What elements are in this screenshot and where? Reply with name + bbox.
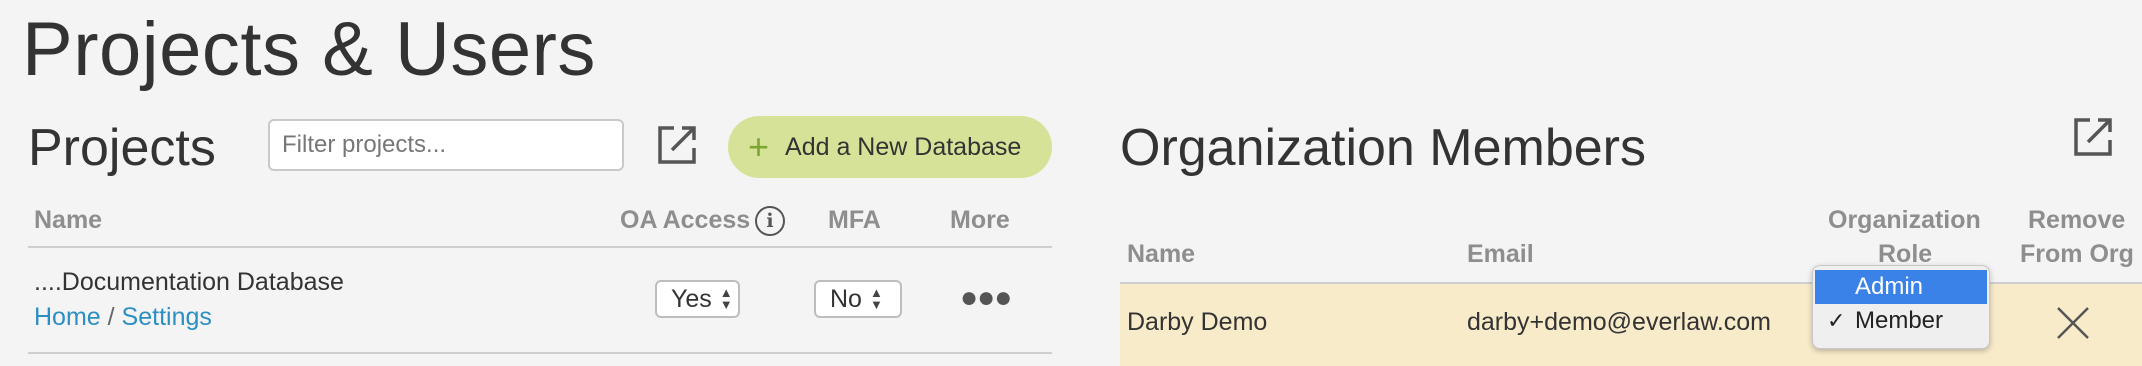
member-name: Darby Demo <box>1127 308 1268 336</box>
role-option-admin[interactable]: Admin <box>1815 270 1987 304</box>
role-option-member-label: Member <box>1855 307 1944 334</box>
projects-col-mfa: MFA <box>828 206 881 234</box>
projects-header-divider <box>28 246 1052 248</box>
projects-col-more: More <box>950 206 1010 234</box>
filter-projects-input[interactable] <box>268 119 624 171</box>
projects-col-name: Name <box>34 206 103 234</box>
more-dots-icon[interactable]: ●●● <box>960 281 1012 315</box>
info-icon[interactable]: i <box>755 206 785 236</box>
members-section-title: Organization Members <box>1120 119 1646 177</box>
add-new-database-label: Add a New Database <box>785 132 1022 161</box>
project-settings-link[interactable]: Settings <box>122 303 212 331</box>
link-separator: / <box>107 303 115 331</box>
page-title: Projects & Users <box>22 7 596 92</box>
project-links: Home / Settings <box>34 303 212 332</box>
select-arrows-icon: ▲ ▼ <box>719 285 733 312</box>
projects-row-divider <box>28 352 1052 354</box>
members-col-email: Email <box>1467 240 1534 268</box>
members-col-remove-line1: Remove <box>2028 206 2126 234</box>
project-home-link[interactable]: Home <box>34 303 101 331</box>
members-col-name: Name <box>1127 240 1196 268</box>
member-email: darby+demo@everlaw.com <box>1467 308 1771 336</box>
checkmark-icon: ✓ <box>1827 308 1846 333</box>
members-col-remove-line2: From Org <box>2020 240 2134 268</box>
close-x-icon[interactable] <box>2056 306 2090 340</box>
mfa-value: No <box>830 284 862 313</box>
role-option-member[interactable]: ✓ Member <box>1815 304 1987 338</box>
external-link-icon[interactable] <box>2070 114 2116 160</box>
oa-access-select[interactable]: Yes ▲ ▼ <box>655 280 740 318</box>
mfa-select[interactable]: No ▲ ▼ <box>814 280 902 318</box>
oa-access-value: Yes <box>671 284 712 313</box>
plus-icon: + <box>748 126 770 167</box>
organization-role-dropdown[interactable]: Admin ✓ Member <box>1812 265 1990 349</box>
select-arrows-icon: ▲ ▼ <box>869 285 883 312</box>
add-new-database-button[interactable]: + Add a New Database <box>728 116 1052 178</box>
members-col-role-line1: Organization <box>1828 206 1981 234</box>
projects-col-oa-access: OA Access <box>620 206 751 234</box>
project-name: ....Documentation Database <box>34 268 344 296</box>
external-link-icon[interactable] <box>654 122 700 168</box>
projects-section-title: Projects <box>28 119 216 177</box>
